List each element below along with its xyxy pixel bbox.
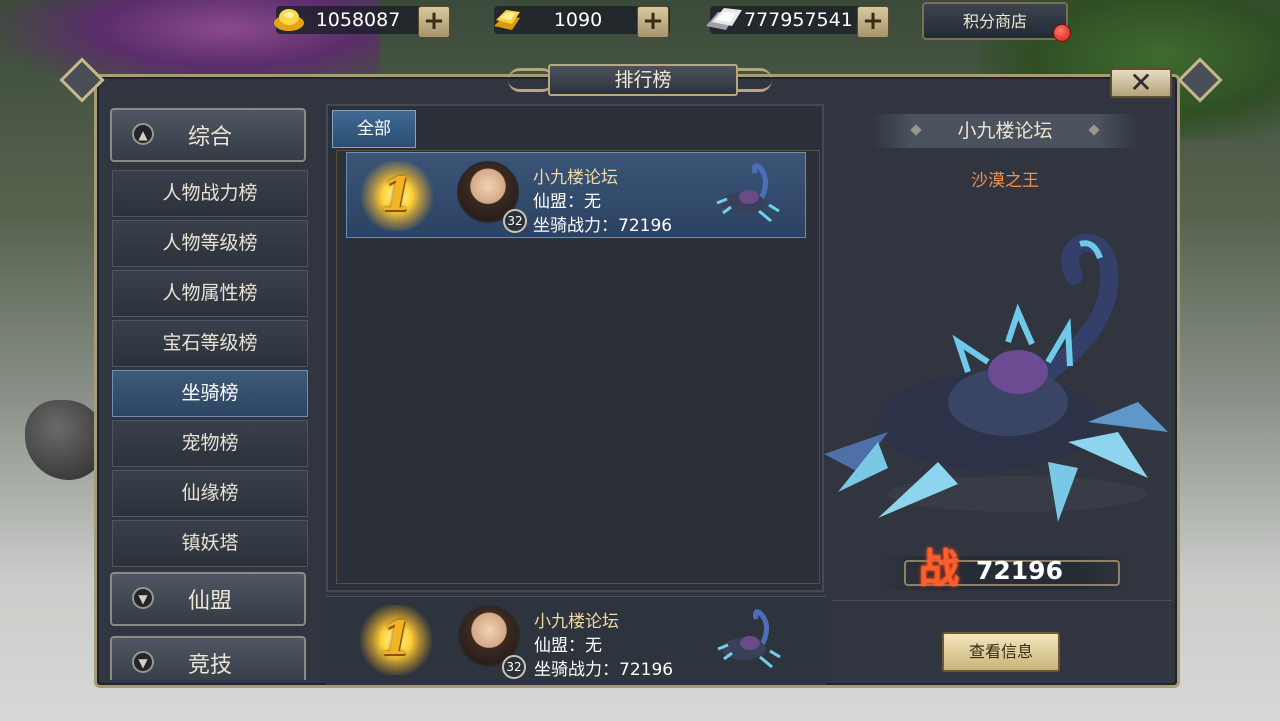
divider bbox=[832, 600, 1172, 601]
background-rock bbox=[25, 400, 105, 480]
menu-item-power-rank[interactable]: 人物战力榜 bbox=[112, 170, 308, 217]
menu-item-attribute-rank[interactable]: 人物属性榜 bbox=[112, 270, 308, 317]
mount-title: 沙漠之王 bbox=[971, 171, 1039, 191]
category-arena[interactable]: ▼ 竞技 bbox=[110, 636, 306, 680]
gold-amount: 1058087 bbox=[315, 9, 401, 31]
add-silver-button[interactable]: + bbox=[857, 6, 889, 38]
preview-player-name-text: 小九楼论坛 bbox=[957, 120, 1053, 142]
rank-number: 1 bbox=[380, 167, 413, 221]
my-ranking-row: 1 32 小九楼论坛 仙盟：无 坐骑战力：72196 bbox=[326, 596, 826, 685]
rank-badge: 1 bbox=[356, 605, 436, 675]
player-name: 小九楼论坛 bbox=[533, 168, 618, 188]
category-general-label: 综合 bbox=[187, 125, 232, 150]
category-menu: ▲ 综合 人物战力榜 人物等级榜 人物属性榜 宝石等级榜 坐骑榜 宠物榜 仙缘榜… bbox=[110, 108, 310, 680]
player-level: 32 bbox=[503, 209, 527, 233]
silver-amount: 777957541 bbox=[744, 9, 853, 31]
add-gold-button[interactable]: + bbox=[418, 6, 450, 38]
diamond-ornament bbox=[1088, 124, 1100, 136]
category-alliance[interactable]: ▼ 仙盟 bbox=[110, 572, 306, 626]
window-title: 排行榜 bbox=[548, 64, 738, 96]
close-button[interactable]: ✕ bbox=[1110, 68, 1172, 98]
gold-ingot-icon bbox=[272, 4, 306, 34]
category-general[interactable]: ▲ 综合 bbox=[110, 108, 306, 162]
tab-all[interactable]: 全部 bbox=[332, 110, 416, 148]
scorpion-mount-icon bbox=[709, 159, 783, 229]
menu-item-demon-tower[interactable]: 镇妖塔 bbox=[112, 520, 308, 567]
mount-power: 坐骑战力：72196 bbox=[533, 216, 673, 236]
diamond-ornament bbox=[910, 124, 922, 136]
category-arena-label: 竞技 bbox=[187, 653, 232, 678]
ranking-row[interactable]: 1 32 小九楼论坛 仙盟：无 坐骑战力：72196 bbox=[346, 152, 806, 238]
ingot-amount: 1090 bbox=[553, 9, 603, 31]
menu-item-fate-rank[interactable]: 仙缘榜 bbox=[112, 470, 308, 517]
notification-dot bbox=[1053, 24, 1071, 42]
preview-player-name: 小九楼论坛 bbox=[872, 114, 1138, 148]
add-ingot-button[interactable]: + bbox=[637, 6, 669, 38]
battle-power-flame-icon: 战 bbox=[919, 546, 959, 592]
scorpion-mount-model[interactable] bbox=[818, 232, 1174, 532]
my-name: 小九楼论坛 bbox=[534, 612, 619, 632]
category-alliance-label: 仙盟 bbox=[187, 589, 232, 614]
my-level: 32 bbox=[502, 655, 526, 679]
menu-item-mount-rank[interactable]: 坐骑榜 bbox=[112, 370, 308, 417]
view-info-button[interactable]: 查看信息 bbox=[942, 632, 1060, 672]
my-rank-number: 1 bbox=[379, 611, 412, 665]
my-mount-power: 坐骑战力：72196 bbox=[534, 660, 674, 680]
points-shop-button[interactable]: 积分商店 bbox=[922, 2, 1068, 40]
gold-bar-stack-icon bbox=[490, 4, 524, 34]
scorpion-mount-icon bbox=[710, 605, 784, 675]
menu-item-gem-rank[interactable]: 宝石等级榜 bbox=[112, 320, 308, 367]
my-alliance: 仙盟：无 bbox=[534, 636, 602, 656]
menu-item-pet-rank[interactable]: 宠物榜 bbox=[112, 420, 308, 467]
silver-ingot-icon bbox=[704, 4, 742, 34]
rank-badge: 1 bbox=[357, 161, 437, 231]
player-alliance: 仙盟：无 bbox=[533, 192, 601, 212]
battle-power-value: 72196 bbox=[976, 556, 1063, 585]
menu-item-level-rank[interactable]: 人物等级榜 bbox=[112, 220, 308, 267]
